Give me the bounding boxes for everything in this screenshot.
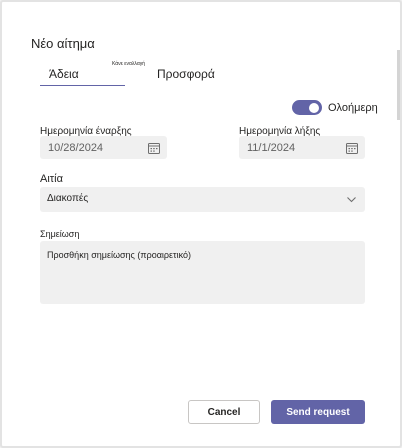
reason-select[interactable]: Διακοπές xyxy=(40,187,365,212)
all-day-toggle[interactable] xyxy=(292,100,322,115)
send-request-button[interactable]: Send request xyxy=(271,400,365,424)
chevron-down-icon xyxy=(347,197,356,203)
tab-leave[interactable]: Άδεια xyxy=(49,67,79,81)
calendar-icon[interactable] xyxy=(346,142,358,154)
cancel-button[interactable]: Cancel xyxy=(188,400,260,424)
request-type-tabs: Άδεια Κάνε εναλλαγή Προσφορά xyxy=(40,60,370,86)
tab-swap[interactable]: Κάνε εναλλαγή xyxy=(112,61,145,67)
end-date-field[interactable]: 11/1/2024 xyxy=(239,136,365,159)
note-placeholder: Προσθήκη σημείωσης (προαιρετικό) xyxy=(47,250,191,260)
all-day-toggle-group: Ολοήμερη xyxy=(292,100,378,115)
reason-label: Αιτία xyxy=(40,173,63,185)
note-textarea[interactable]: Προσθήκη σημείωσης (προαιρετικό) xyxy=(40,241,365,304)
scrollbar[interactable] xyxy=(397,50,400,120)
toggle-knob xyxy=(309,102,319,113)
dialog-title: Νέο αίτημα xyxy=(31,36,95,51)
calendar-icon[interactable] xyxy=(148,142,160,154)
all-day-label: Ολοήμερη xyxy=(328,101,378,114)
tab-offer[interactable]: Προσφορά xyxy=(157,67,215,81)
note-label: Σημείωση xyxy=(40,229,80,239)
new-request-dialog: Νέο αίτημα Άδεια Κάνε εναλλαγή Προσφορά … xyxy=(0,0,402,448)
end-date-value: 11/1/2024 xyxy=(247,141,296,154)
start-date-value: 10/28/2024 xyxy=(48,141,104,154)
active-tab-indicator xyxy=(40,85,125,86)
reason-value: Διακοπές xyxy=(47,193,89,204)
start-date-field[interactable]: 10/28/2024 xyxy=(40,136,167,159)
